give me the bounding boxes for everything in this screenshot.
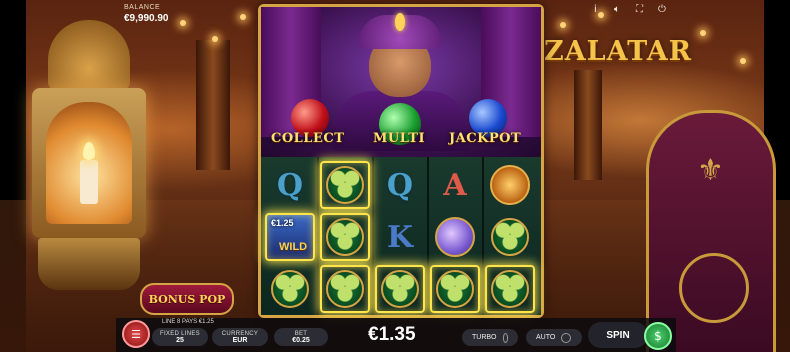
moon-symbol [430,213,480,261]
clover-icon [326,166,364,204]
currency-display: CURRENCY EUR [212,328,268,346]
balance-value: €9,990.90 [124,13,169,24]
clover-symbol [320,265,370,313]
background-pillar [196,40,230,170]
string-light [180,20,186,26]
clover-icon [381,270,419,308]
letter-symbol-q: Q [265,161,315,209]
reel-separator [372,157,374,315]
wild-symbol: €1.25 WILD [265,213,315,261]
clover-icon [436,270,474,308]
string-light [240,14,246,20]
reel-separator [427,157,429,315]
spin-button[interactable]: SPIN [588,322,648,348]
clover-symbol [320,213,370,261]
multi-label: MULTI [373,131,426,146]
menu-icon[interactable]: ☰ [122,320,150,348]
moon-icon [435,217,475,257]
wild-label: WILD [279,241,308,253]
letter-symbol-q: Q [375,161,425,209]
symbol-letter: A [443,167,467,203]
clover-symbol [485,213,535,261]
reel-grid: Q €1.25 WILD Q K A [261,157,541,315]
collect-label: COLLECT [271,131,345,146]
currency-value: EUR [232,336,248,344]
string-light [212,36,218,42]
bonus-pop-badge[interactable]: BONUS POP [140,283,234,315]
clover-symbol [485,265,535,313]
speaker-icon[interactable]: 🔈︎ [614,4,620,15]
clover-symbol [430,265,480,313]
clover-symbol [375,265,425,313]
bet-button[interactable]: BET €0.25 [274,328,328,346]
lantern-decoration [28,20,150,295]
power-icon[interactable]: ⏻ [658,4,666,15]
game-logo: ZALATAR [544,36,693,67]
clover-icon [491,270,529,308]
fleur-icon: ⚜ [697,153,724,188]
reel-separator [482,157,484,315]
string-light [700,30,706,36]
symbol-letter: Q [276,167,304,203]
sun-symbol [485,161,535,209]
wild-value: €1.25 [271,218,294,228]
clover-icon [491,218,529,256]
bet-value: €0.25 [292,336,310,344]
genie-panel: COLLECT MULTI JACKPOT [261,7,541,157]
turbo-label: TURBO [472,334,497,341]
auto-toggle[interactable]: AUTO [526,329,582,346]
clover-icon [326,270,364,308]
auto-label: AUTO [536,334,556,341]
symbol-letter: K [386,219,414,255]
balance-label: BALANCE [124,4,161,11]
payline-text: LINE 8 PAYS €1.25 [162,319,214,325]
string-light [598,12,604,18]
letter-symbol-a: A [430,161,480,209]
turbo-toggle[interactable]: TURBO [462,329,518,346]
jackpot-label: JACKPOT [449,131,522,146]
sun-icon [490,165,530,205]
fixed-lines-value: 25 [176,336,184,344]
fullscreen-icon[interactable]: ⛶ [636,4,643,15]
compass-emblem [679,253,749,323]
turban-jewel [395,13,405,31]
ornate-chair-decoration: ⚜ [646,110,776,352]
game-background: ⚜ BALANCE €9,990.90 i 🔈︎ ⛶ ⏻ ZALATAR COL… [0,0,790,352]
clover-icon [271,270,309,308]
win-amount: €1.35 [368,324,416,345]
reel-separator [317,157,319,315]
balance-display: BALANCE €9,990.90 [124,4,169,24]
background-pillar [574,70,602,180]
clover-icon [326,218,364,256]
info-button[interactable]: i [594,4,597,15]
string-light [560,22,566,28]
letter-symbol-k: K [375,213,425,261]
symbol-letter: Q [386,167,414,203]
string-light [740,58,746,64]
cash-icon[interactable]: $ [644,322,672,350]
clover-symbol [320,161,370,209]
game-frame: COLLECT MULTI JACKPOT Q €1.25 WILD Q K A [258,4,544,318]
clover-symbol [265,265,315,313]
fixed-lines-display: FIXED LINES 25 [152,328,208,346]
